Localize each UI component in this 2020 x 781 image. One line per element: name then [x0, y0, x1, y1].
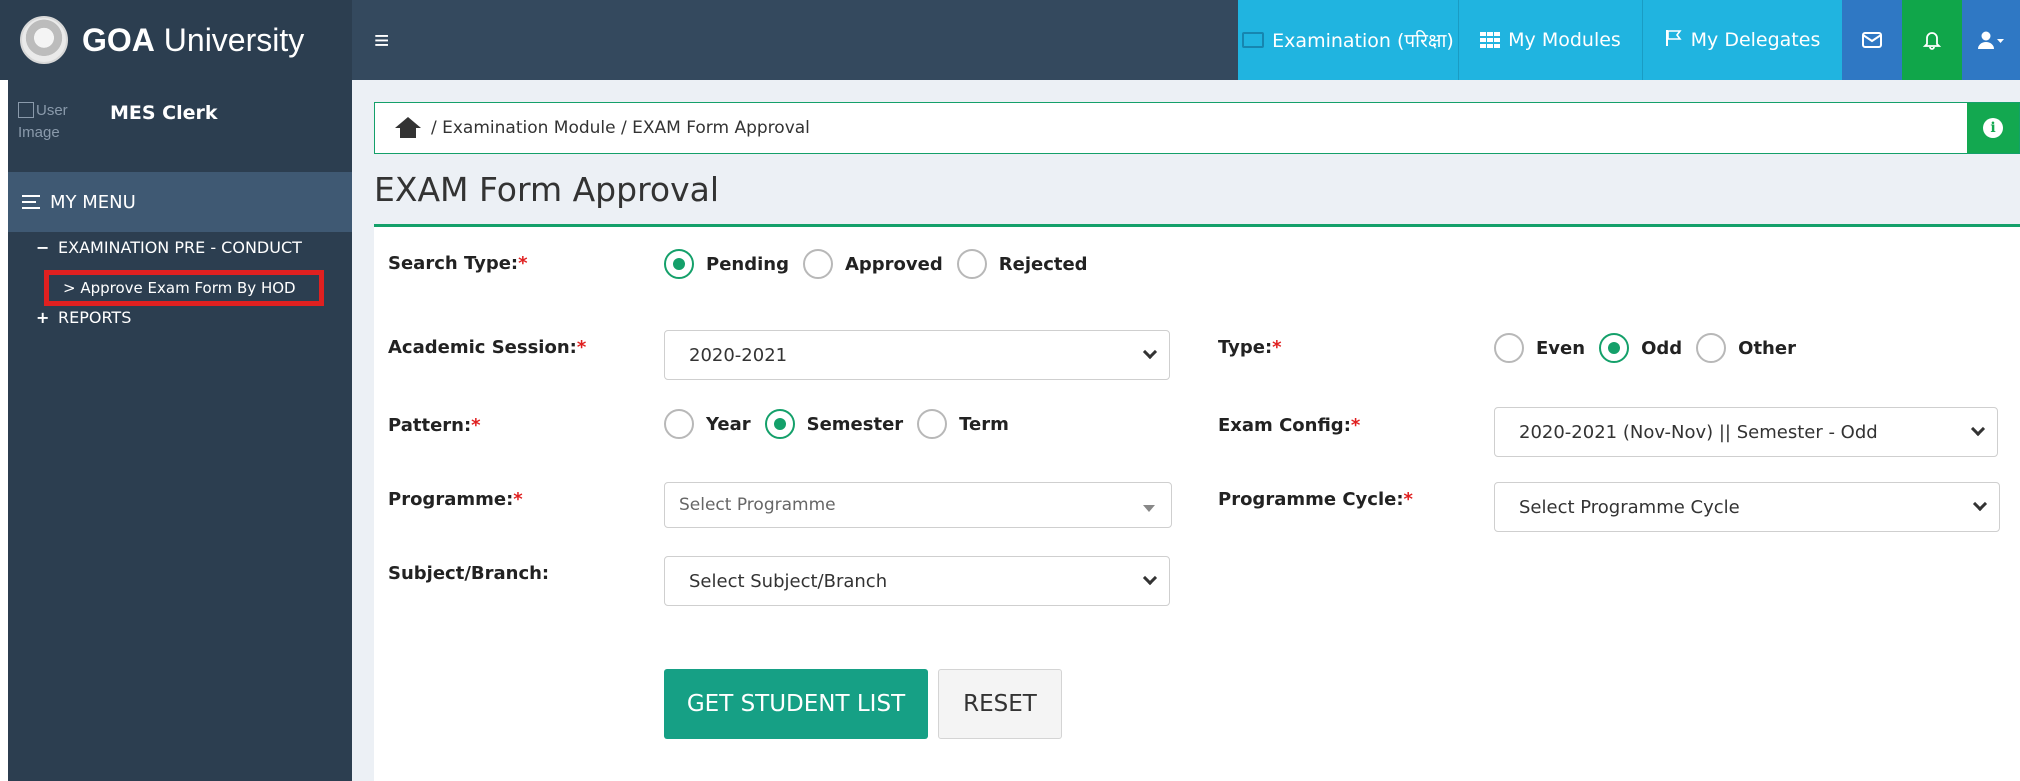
radio-even[interactable] — [1494, 333, 1524, 363]
home-icon[interactable] — [395, 117, 421, 139]
get-student-list-button[interactable]: GET STUDENT LIST — [664, 669, 928, 739]
flag-icon — [1665, 29, 1683, 52]
sidebar-edge — [0, 80, 8, 781]
radio-rejected[interactable] — [956, 249, 987, 279]
user-menu-button[interactable] — [1962, 0, 2020, 80]
mail-icon — [1862, 32, 1882, 48]
navbar: ≡ Examination (परिक्षा) My Modules My De… — [352, 0, 2020, 80]
caret-down-icon — [1143, 505, 1155, 512]
menu-group-label: REPORTS — [58, 308, 132, 327]
menu-group-reports[interactable]: + REPORTS — [36, 308, 131, 327]
page-title: EXAM Form Approval — [374, 170, 720, 209]
academic-session-select[interactable]: 2020-2021 — [664, 330, 1170, 380]
exam-config-select[interactable]: 2020-2021 (Nov-Nov) || Semester - Odd — [1494, 407, 1998, 457]
nav-examination[interactable]: Examination (परिक्षा) — [1238, 0, 1458, 80]
collapse-icon: − — [36, 238, 50, 257]
nav-modules-label: My Modules — [1508, 29, 1621, 51]
menu-item-label: > Approve Exam Form By HOD — [63, 279, 296, 297]
mail-button[interactable] — [1842, 0, 1902, 80]
info-icon: i — [1983, 118, 2003, 138]
nav-my-modules[interactable]: My Modules — [1458, 0, 1642, 80]
sidebar: User Image MES Clerk MY MENU − EXAMINATION… — [0, 80, 352, 781]
exam-config-label: Exam Config:* — [1218, 415, 1361, 436]
breadcrumb: / Examination Module / EXAM Form Approva… — [374, 102, 2020, 154]
notifications-button[interactable] — [1902, 0, 1962, 80]
bell-icon — [1922, 32, 1942, 50]
grid-icon — [1480, 32, 1501, 48]
radio-year[interactable] — [664, 409, 694, 439]
brand[interactable]: GOA University — [0, 0, 352, 80]
nav-my-delegates[interactable]: My Delegates — [1642, 0, 1842, 80]
top-bar: GOA University ≡ Examination (परिक्षा) M… — [0, 0, 2020, 80]
subject-branch-label: Subject/Branch: — [388, 563, 550, 584]
user-image: User Image — [18, 102, 68, 141]
radio-term[interactable] — [917, 409, 948, 439]
nav-examination-label: Examination (परिक्षा) — [1272, 30, 1454, 52]
menu-header: MY MENU — [0, 172, 352, 232]
chevron-down-icon — [1970, 421, 1986, 437]
nav-delegates-label: My Delegates — [1690, 29, 1821, 51]
programme-label: Programme:* — [388, 489, 523, 510]
university-logo — [20, 16, 68, 64]
hamburger-menu-icon[interactable]: ≡ — [374, 27, 392, 53]
monitor-icon — [1242, 32, 1265, 48]
menu-item-approve-exam-form[interactable]: > Approve Exam Form By HOD — [44, 270, 324, 306]
menu-lines-icon — [22, 195, 40, 209]
app-root: GOA University ≡ Examination (परिक्षा) M… — [0, 0, 2020, 781]
broken-image-icon — [18, 102, 34, 118]
radio-semester[interactable] — [764, 409, 795, 439]
programme-cycle-label: Programme Cycle:* — [1218, 489, 1413, 510]
menu-header-label: MY MENU — [50, 191, 136, 213]
pattern-label: Pattern:* — [388, 415, 481, 436]
radio-odd[interactable] — [1599, 333, 1630, 363]
breadcrumb-text: / Examination Module / EXAM Form Approva… — [431, 118, 810, 138]
type-radio-group: Even Odd Other — [1494, 333, 1810, 363]
pattern-radio-group: Year Semester Term — [664, 409, 1023, 439]
programme-cycle-select[interactable]: Select Programme Cycle — [1494, 482, 2000, 532]
search-type-label: Search Type:* — [388, 253, 528, 274]
info-button[interactable]: i — [1967, 103, 2019, 153]
search-type-radio-group: Pending Approved Rejected — [664, 249, 1102, 279]
radio-approved[interactable] — [802, 249, 833, 279]
user-panel: User Image MES Clerk — [18, 100, 338, 156]
reset-button[interactable]: RESET — [938, 669, 1062, 739]
chevron-down-icon — [1972, 496, 1988, 512]
user-icon — [1978, 31, 2004, 49]
academic-session-label: Academic Session:* — [388, 337, 587, 358]
expand-icon: + — [36, 308, 50, 327]
nav-right: Examination (परिक्षा) My Modules My Dele… — [1238, 0, 2020, 80]
chevron-down-icon — [1142, 570, 1158, 586]
user-name: MES Clerk — [110, 102, 218, 124]
main-content: / Examination Module / EXAM Form Approva… — [352, 80, 2020, 781]
form-panel: Search Type:* Pending Approved Rejected … — [374, 224, 2020, 781]
programme-select[interactable]: Select Programme — [664, 482, 1172, 528]
radio-other[interactable] — [1696, 333, 1727, 363]
type-label: Type:* — [1218, 337, 1282, 358]
brand-name: GOA University — [82, 21, 305, 58]
menu-group-examination-pre-conduct[interactable]: − EXAMINATION PRE - CONDUCT — [36, 238, 302, 257]
menu-group-label: EXAMINATION PRE - CONDUCT — [58, 238, 302, 257]
subject-branch-select[interactable]: Select Subject/Branch — [664, 556, 1170, 606]
chevron-down-icon — [1142, 344, 1158, 360]
radio-pending[interactable] — [664, 249, 694, 279]
